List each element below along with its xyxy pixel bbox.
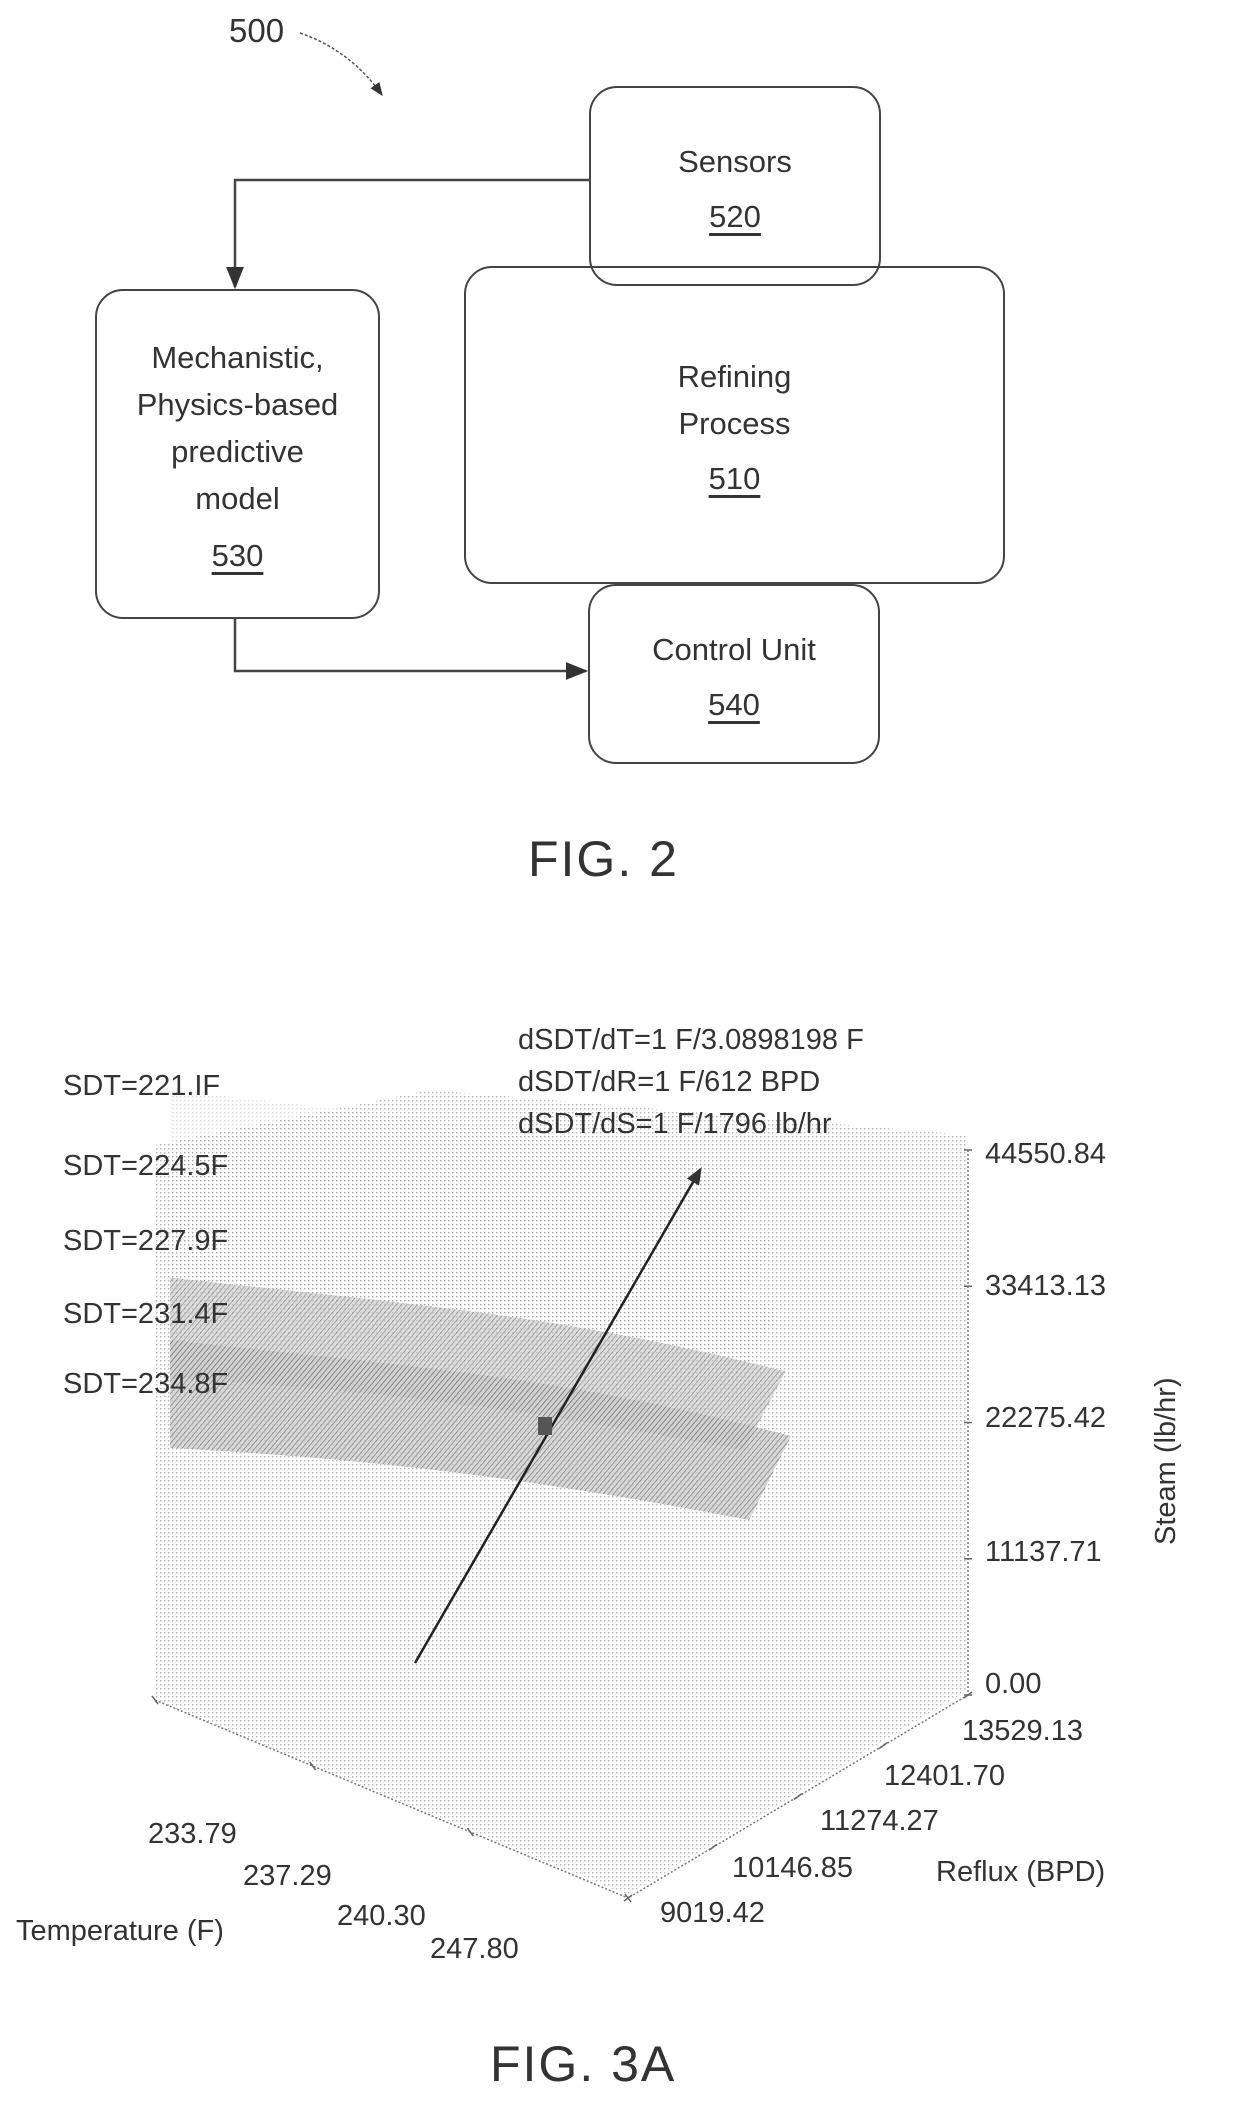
x-tick-label: 233.79 <box>148 1818 237 1850</box>
model-to-control-connector <box>233 617 589 680</box>
control-unit-label: Control Unit <box>652 631 816 667</box>
z-tick-label: 22275.42 <box>985 1402 1106 1434</box>
y-tick-label: 13529.13 <box>962 1715 1083 1747</box>
model-label-line-3: predictive <box>171 434 304 469</box>
model-label-line-4: model <box>195 481 280 516</box>
z-axis-title: Steam (lb/hr) <box>1150 1377 1182 1545</box>
sensors-box: Sensors 520 <box>589 86 881 286</box>
z-tick-label: 0.00 <box>985 1668 1042 1700</box>
sensors-label: Sensors <box>678 143 792 179</box>
y-tick-mark <box>793 1792 803 1801</box>
z-tick-label: 11137.71 <box>985 1536 1102 1568</box>
sdt-label-4: SDT=231.4F <box>63 1298 229 1330</box>
z-tick-label: 33413.13 <box>985 1270 1106 1302</box>
refining-label-line-2: Process <box>678 406 791 441</box>
reference-leader-arrow <box>299 32 383 97</box>
sensors-ref: 520 <box>709 198 761 234</box>
sdt-label-2: SDT=224.5F <box>63 1150 229 1182</box>
model-label-line-2: Physics-based <box>136 387 339 422</box>
x-tick-mark <box>624 1893 632 1903</box>
sdt-label-1: SDT=221.IF <box>63 1070 221 1102</box>
annotation-dsdt-dt: dSDT/dT=1 F/3.0898198 F <box>518 1024 864 1056</box>
x-axis-title: Temperature (F) <box>16 1915 224 1947</box>
z-tick-label: 44550.84 <box>985 1138 1106 1170</box>
control-unit-box: Control Unit 540 <box>588 584 880 764</box>
refining-process-box: Refining Process 510 <box>464 266 1005 584</box>
model-ref: 530 <box>211 538 264 573</box>
fig2-caption: FIG. 2 <box>528 831 679 887</box>
predictive-model-box: Mechanistic, Physics-based predictive mo… <box>95 289 380 619</box>
x-tick-label: 247.80 <box>430 1933 519 1965</box>
fig3a-caption: FIG. 3A <box>490 2036 677 2092</box>
x-tick-label: 240.30 <box>337 1900 426 1932</box>
y-tick-label: 9019.42 <box>660 1897 765 1929</box>
sdt-label-3: SDT=227.9F <box>63 1225 229 1257</box>
annotation-dsdt-ds: dSDT/dS=1 F/1796 lb/hr <box>518 1108 832 1140</box>
refining-label-line-1: Refining <box>677 359 792 394</box>
y-axis-title: Reflux (BPD) <box>936 1856 1106 1888</box>
annotation-dsdt-dr: dSDT/dR=1 F/612 BPD <box>518 1066 821 1098</box>
model-label-line-1: Mechanistic, <box>151 340 324 375</box>
x-tick-label: 237.29 <box>243 1860 332 1892</box>
control-unit-ref: 540 <box>708 686 760 722</box>
sdt-label-5: SDT=234.8F <box>63 1368 229 1400</box>
y-tick-label: 11274.27 <box>820 1805 939 1837</box>
y-tick-mark <box>878 1742 888 1750</box>
refining-ref: 510 <box>708 461 761 496</box>
y-tick-label: 10146.85 <box>732 1852 853 1884</box>
y-tick-label: 12401.70 <box>884 1760 1005 1792</box>
intersection-marker <box>538 1417 552 1435</box>
